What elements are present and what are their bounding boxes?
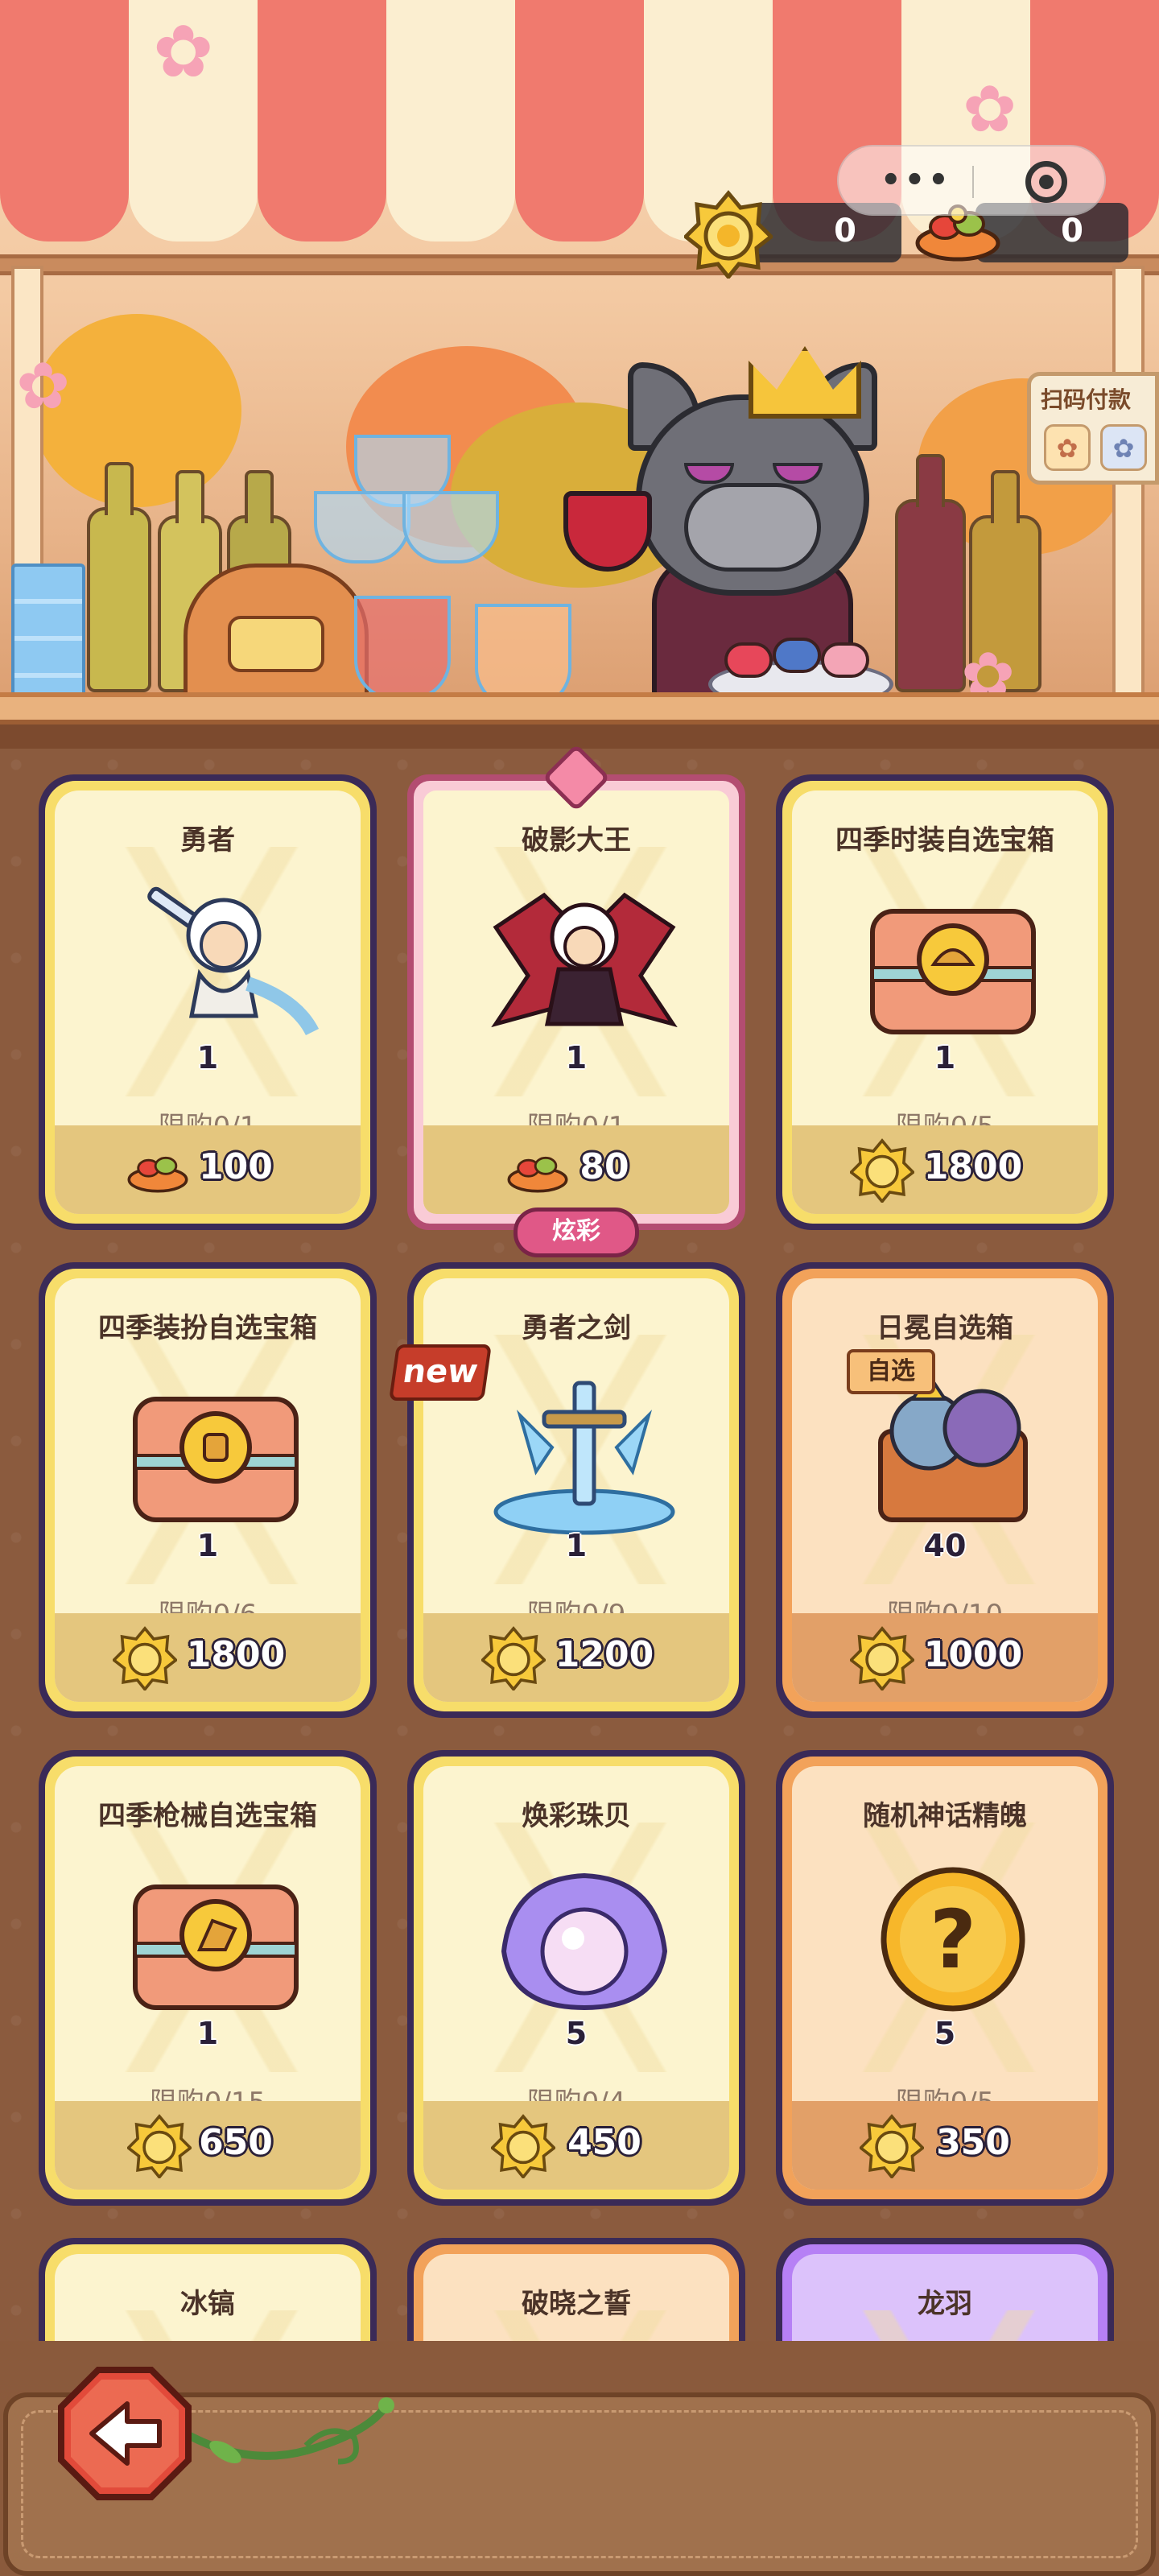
chest-icon [133, 1397, 299, 1522]
item-quantity: 1 [196, 1040, 219, 1075]
price-button[interactable]: 100 [55, 1125, 361, 1214]
more-menu-button[interactable]: ••• [881, 164, 952, 196]
back-button[interactable] [56, 2365, 193, 2502]
item-title: 四季时装自选宝箱 [835, 824, 1054, 857]
item-price: 1000 [923, 1634, 1023, 1675]
item-quantity: 5 [565, 2016, 588, 2051]
shadow-king-skin-art [491, 892, 678, 1028]
counter-band [0, 724, 1159, 749]
item-title: 随机神话精魄 [863, 1800, 1027, 1832]
chest-icon [133, 1885, 299, 2010]
price-button[interactable]: 80 [423, 1125, 729, 1214]
item-title: 破晓之誓 [522, 2288, 631, 2320]
scan-pay-sign: 扫码付款 ✿ ✿ [1027, 372, 1159, 485]
price-button[interactable]: 450 [423, 2101, 729, 2190]
shop-item-card[interactable]: 日冕自选箱 40 限购0/10 1000 [776, 1262, 1114, 1718]
shop-item-card[interactable]: 焕彩珠贝 5 限购0/4 450 [407, 1750, 745, 2206]
coin-icon [684, 190, 773, 279]
item-quantity: 1 [934, 1040, 956, 1075]
item-quantity: 1 [565, 1528, 588, 1563]
item-price: 1800 [186, 1634, 286, 1675]
price-button[interactable]: 650 [55, 2101, 361, 2190]
item-title: 日冕自选箱 [876, 1312, 1013, 1344]
stall-post [1112, 266, 1145, 716]
chest-icon [870, 909, 1036, 1034]
macaron [724, 642, 773, 678]
paw-icon: ✿ [1044, 424, 1091, 471]
flower-decoration: ✿ [16, 349, 71, 423]
shop-item-card[interactable]: 随机神话精魄 ? 5 限购0/5 350 [776, 1750, 1114, 2206]
wine-glass [354, 596, 451, 700]
item-price: 350 [936, 2122, 1010, 2163]
mystery-coin-icon: ? [881, 1867, 1025, 2012]
item-quantity: 1 [196, 2016, 219, 2051]
item-price: 1800 [923, 1146, 1023, 1187]
glass-tower [314, 491, 410, 564]
pay-sign-title: 扫码付款 [1041, 386, 1132, 413]
item-quantity: 1 [196, 1528, 219, 1563]
item-quantity: 1 [565, 1040, 588, 1075]
item-title: 破影大王 [522, 824, 631, 857]
item-title: 焕彩珠贝 [522, 1800, 631, 1832]
svg-text:?: ? [930, 1893, 976, 1987]
item-price: 100 [199, 1146, 273, 1187]
selectable-badge: 自选 [847, 1349, 935, 1394]
item-price: 1200 [555, 1634, 654, 1675]
glass-tower [402, 491, 499, 564]
new-badge: new [389, 1344, 492, 1401]
paw-icon: ✿ [1100, 424, 1147, 471]
shop-item-card[interactable]: 四季枪械自选宝箱 1 限购0/15 650 [39, 1750, 377, 2206]
fancy-badge: 炫彩 [514, 1208, 639, 1257]
shop-item-card[interactable]: 四季时装自选宝箱 1 限购0/5 1800 [776, 774, 1114, 1230]
item-title: 勇者 [180, 824, 235, 857]
flower-decoration: ✿ [153, 10, 214, 94]
item-price: 80 [580, 1146, 629, 1187]
item-quantity: 40 [923, 1528, 967, 1563]
item-title: 冰镐 [180, 2288, 235, 2320]
item-title: 四季枪械自选宝箱 [98, 1800, 317, 1832]
price-button[interactable]: 1000 [792, 1613, 1098, 1702]
shop-item-card[interactable]: 四季装扮自选宝箱 1 限购0/6 1800 [39, 1262, 377, 1718]
macaron [773, 638, 821, 673]
miniprogram-capsule: ••• [837, 145, 1106, 216]
price-button[interactable]: 1800 [55, 1613, 361, 1702]
item-price: 450 [567, 2122, 641, 2163]
hero-skin-art [147, 886, 320, 1036]
price-button[interactable]: 350 [792, 2101, 1098, 2190]
pearl-shell-icon [501, 1872, 668, 2011]
shop-item-card[interactable]: 勇者 1 限购0/1 100 [39, 774, 377, 1230]
bottle-decoration [87, 507, 151, 692]
corona-box-icon [878, 1372, 1028, 1522]
shop-item-card[interactable]: 勇者之剑 1 限购0/9 1200 [407, 1262, 745, 1718]
item-title: 四季装扮自选宝箱 [98, 1312, 317, 1344]
item-title: 龙羽 [918, 2288, 972, 2320]
shop-counter-scene: 扫码付款 ✿ ✿ ✿ ✿ ✿ ✿ [0, 0, 1159, 749]
item-quantity: 5 [934, 2016, 956, 2051]
close-miniprogram-button[interactable] [1025, 161, 1067, 203]
item-price: 650 [199, 2122, 273, 2163]
price-button[interactable]: 1200 [423, 1613, 729, 1702]
macaron [821, 642, 869, 678]
item-title: 勇者之剑 [522, 1312, 631, 1344]
food-count: 0 [1061, 213, 1083, 250]
coin-count: 0 [834, 213, 856, 250]
flower-decoration: ✿ [963, 72, 1017, 147]
counter-shelf [0, 692, 1159, 724]
shop-item-card[interactable]: 破影大王 1 限购0/1 80 炫彩 [407, 743, 745, 1257]
price-button[interactable]: 1800 [792, 1125, 1098, 1214]
